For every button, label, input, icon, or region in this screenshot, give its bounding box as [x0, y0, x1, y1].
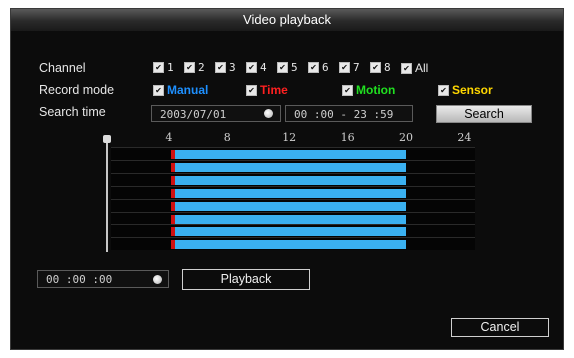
channel-4-label: 4 [260, 61, 267, 74]
mode-time-label: Time [260, 83, 288, 97]
recording-segment [171, 150, 407, 159]
checkmark-icon: ✔ [153, 62, 164, 73]
recording-segment [171, 188, 407, 198]
time-slider-handle[interactable] [103, 135, 111, 143]
channel-6-checkbox[interactable]: ✔ 6 [308, 61, 329, 74]
dot-icon[interactable] [264, 109, 273, 118]
hour-label-4: 4 [165, 131, 173, 144]
hour-label-16: 16 [340, 131, 355, 144]
recording-segment [171, 175, 407, 185]
checkmark-icon: ✔ [401, 62, 412, 74]
checkmark-icon: ✔ [184, 62, 195, 73]
search-button[interactable]: Search [436, 105, 532, 123]
checkmark-icon: ✔ [438, 84, 449, 96]
recording-segment [171, 240, 407, 250]
timeline-row-channel-6[interactable] [111, 211, 475, 225]
time-marker [171, 150, 176, 159]
timeline-row-channel-3[interactable] [111, 172, 475, 186]
checkmark-icon: ✔ [339, 62, 350, 73]
checkmark-icon: ✔ [153, 84, 164, 96]
cancel-button[interactable]: Cancel [451, 318, 549, 337]
playback-button[interactable]: Playback [182, 269, 310, 290]
record-mode-label: Record mode [39, 83, 115, 97]
channel-all-label: All [415, 61, 429, 75]
recording-segment [171, 227, 407, 237]
channel-4-checkbox[interactable]: ✔ 4 [246, 61, 267, 74]
hour-label-12: 12 [282, 131, 297, 144]
channel-label: Channel [39, 61, 86, 75]
recording-segment [171, 162, 407, 172]
timeline-row-channel-1[interactable] [111, 147, 475, 160]
checkmark-icon: ✔ [342, 84, 353, 96]
mode-manual-label: Manual [167, 83, 209, 97]
mode-motion-checkbox[interactable]: ✔ Motion [342, 83, 395, 97]
video-playback-window: Video playback Channel Record mode Searc… [10, 8, 564, 350]
hour-label-8: 8 [223, 131, 231, 144]
checkmark-icon: ✔ [308, 62, 319, 73]
search-time-label: Search time [39, 105, 106, 119]
timeline-row-channel-2[interactable] [111, 159, 475, 173]
mode-sensor-label: Sensor [452, 83, 493, 97]
channel-1-checkbox[interactable]: ✔ 1 [153, 61, 174, 74]
mode-manual-checkbox[interactable]: ✔ Manual [153, 83, 208, 97]
checkmark-icon: ✔ [246, 62, 257, 73]
search-time-range-field[interactable]: 00 :00 - 23 :59 [285, 105, 413, 122]
time-marker [171, 175, 176, 185]
channel-3-checkbox[interactable]: ✔ 3 [215, 61, 236, 74]
timeline-row-channel-5[interactable] [111, 198, 475, 212]
recording-segment [171, 201, 407, 211]
time-marker [171, 214, 176, 224]
timeline-row-channel-7[interactable] [111, 224, 475, 238]
time-slider-track[interactable] [106, 137, 108, 252]
hour-label-24: 24 [457, 131, 472, 144]
timeline-row-channel-8[interactable] [111, 237, 475, 251]
dot-icon[interactable] [153, 275, 162, 284]
hour-label-20: 20 [399, 131, 413, 144]
time-marker [171, 201, 176, 211]
channel-8-label: 8 [384, 61, 391, 74]
time-marker [171, 240, 176, 250]
channel-7-checkbox[interactable]: ✔ 7 [339, 61, 360, 74]
channel-5-label: 5 [291, 61, 298, 74]
channel-3-label: 3 [229, 61, 236, 74]
channel-7-label: 7 [353, 61, 360, 74]
recording-timeline[interactable]: 4 8 12 16 20 24 [109, 131, 477, 260]
checkmark-icon: ✔ [370, 62, 381, 73]
recording-segment [171, 214, 407, 224]
playback-time-field[interactable]: 00 :00 :00 [37, 270, 169, 288]
search-date-field[interactable]: 2003/07/01 [151, 105, 281, 122]
mode-time-checkbox[interactable]: ✔ Time [246, 83, 288, 97]
channel-8-checkbox[interactable]: ✔ 8 [370, 61, 391, 74]
checkmark-icon: ✔ [246, 84, 257, 96]
time-marker [171, 227, 176, 237]
time-marker [171, 188, 176, 198]
channel-all-checkbox[interactable]: ✔ All [401, 61, 428, 75]
checkmark-icon: ✔ [215, 62, 226, 73]
channel-1-label: 1 [167, 61, 174, 74]
mode-motion-label: Motion [356, 83, 396, 97]
channel-2-checkbox[interactable]: ✔ 2 [184, 61, 205, 74]
timeline-row-channel-4[interactable] [111, 185, 475, 199]
window-title: Video playback [11, 9, 563, 31]
time-marker [171, 162, 176, 172]
channel-5-checkbox[interactable]: ✔ 5 [277, 61, 298, 74]
mode-sensor-checkbox[interactable]: ✔ Sensor [438, 83, 493, 97]
checkmark-icon: ✔ [277, 62, 288, 73]
channel-6-label: 6 [322, 61, 329, 74]
channel-2-label: 2 [198, 61, 205, 74]
